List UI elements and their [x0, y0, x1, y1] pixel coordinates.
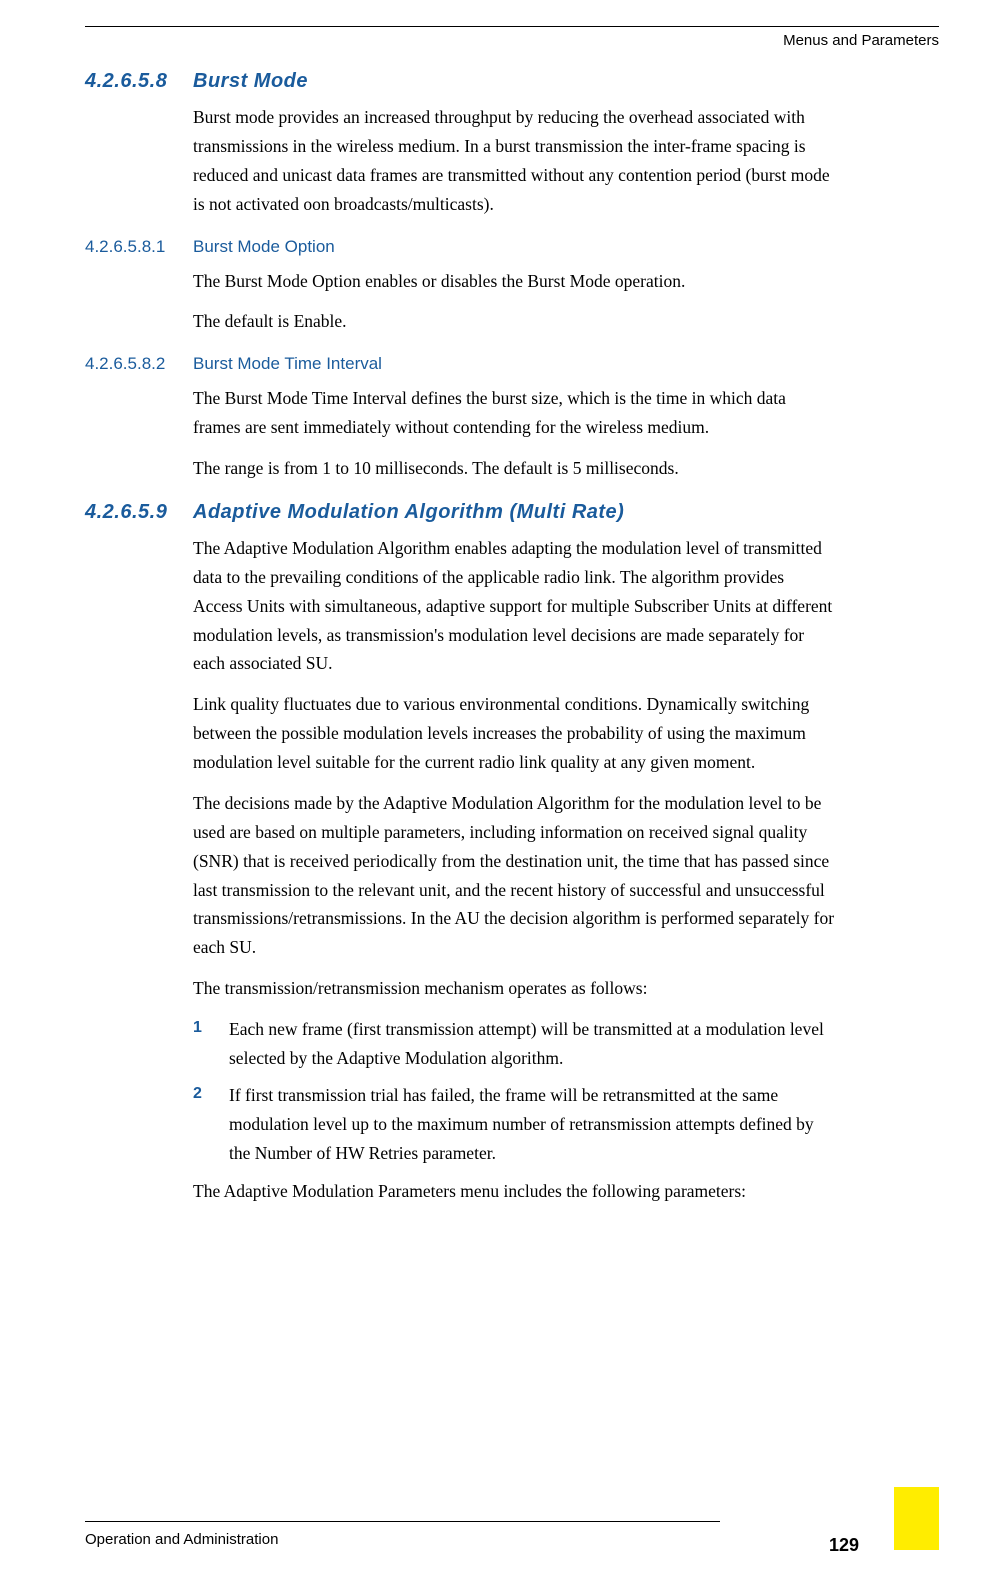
paragraph: The Burst Mode Time Interval defines the…	[193, 384, 835, 442]
heading-title: Burst Mode	[193, 70, 835, 93]
ordered-list-item: 2 If first transmission trial has failed…	[193, 1081, 835, 1168]
footer-rule	[85, 1521, 720, 1522]
list-text: Each new frame (first transmission attem…	[229, 1015, 835, 1073]
paragraph: The decisions made by the Adaptive Modul…	[193, 789, 835, 962]
list-number: 2	[193, 1081, 229, 1168]
list-number: 1	[193, 1015, 229, 1073]
paragraph: Burst mode provides an increased through…	[193, 103, 835, 219]
heading-title: Burst Mode Option	[193, 237, 835, 257]
paragraph: The Adaptive Modulation Parameters menu …	[193, 1177, 835, 1206]
page: Menus and Parameters 4.2.6.5.8 Burst Mod…	[0, 0, 984, 1595]
running-header: Menus and Parameters	[783, 32, 939, 49]
page-number-inner: 129	[794, 1487, 894, 1575]
paragraph: The Adaptive Modulation Algorithm enable…	[193, 534, 835, 678]
content-area: 4.2.6.5.8 Burst Mode Burst mode provides…	[85, 70, 835, 1218]
heading-burst-mode-option: 4.2.6.5.8.1 Burst Mode Option	[85, 237, 835, 257]
heading-burst-mode-time-interval: 4.2.6.5.8.2 Burst Mode Time Interval	[85, 354, 835, 374]
paragraph: The transmission/retransmission mechanis…	[193, 974, 835, 1003]
heading-number: 4.2.6.5.8.2	[85, 354, 193, 374]
footer-left: Operation and Administration	[85, 1531, 278, 1548]
heading-title: Burst Mode Time Interval	[193, 354, 835, 374]
paragraph: Link quality fluctuates due to various e…	[193, 690, 835, 777]
heading-number: 4.2.6.5.8.1	[85, 237, 193, 257]
page-number-box: 129	[794, 1487, 939, 1575]
paragraph: The Burst Mode Option enables or disable…	[193, 267, 835, 296]
paragraph: The range is from 1 to 10 milliseconds. …	[193, 454, 835, 483]
header-rule	[85, 26, 939, 27]
heading-adaptive-modulation: 4.2.6.5.9 Adaptive Modulation Algorithm …	[85, 501, 835, 524]
heading-number: 4.2.6.5.9	[85, 501, 193, 524]
heading-title: Adaptive Modulation Algorithm (Multi Rat…	[193, 501, 835, 524]
heading-number: 4.2.6.5.8	[85, 70, 193, 93]
ordered-list-item: 1 Each new frame (first transmission att…	[193, 1015, 835, 1073]
list-text: If first transmission trial has failed, …	[229, 1081, 835, 1168]
paragraph: The default is Enable.	[193, 307, 835, 336]
heading-burst-mode: 4.2.6.5.8 Burst Mode	[85, 70, 835, 93]
page-number: 129	[829, 1535, 859, 1556]
